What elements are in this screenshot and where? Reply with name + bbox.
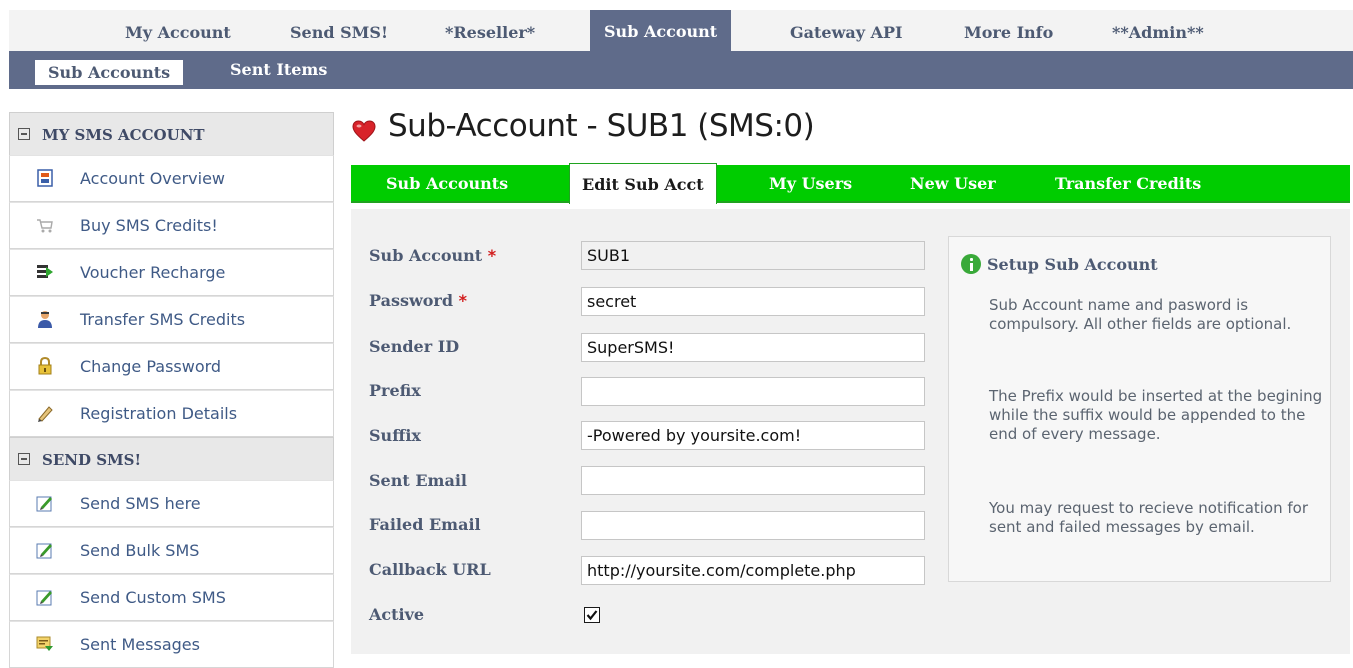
sub-nav: Sub Accounts Sent Items [9, 51, 1353, 89]
sent-email-label: Sent Email [369, 471, 467, 490]
help-paragraph: Sub Account name and pasword is compulso… [989, 296, 1292, 333]
sidebar-item-label: Send Custom SMS [80, 588, 226, 607]
sidebar-item-sent-messages[interactable]: Sent Messages [9, 621, 334, 668]
sidebar-item-send-custom-sms[interactable]: Send Custom SMS [9, 574, 334, 621]
account-overview-icon [37, 169, 53, 187]
edit-icon [36, 590, 52, 606]
sidebar-item-label: Send SMS here [80, 494, 201, 513]
sidebar-item-send-sms-here[interactable]: Send SMS here [9, 480, 334, 527]
sidebar-item-label: Sent Messages [80, 635, 200, 654]
tab-sub-accounts[interactable]: Sub Accounts [386, 165, 508, 201]
edit-sub-account-form: Sub Account * SUB1 Password * secret Sen… [351, 209, 1350, 654]
sidebar-section-title: MY SMS ACCOUNT [42, 126, 205, 144]
heart-icon [352, 120, 376, 142]
top-nav-reseller[interactable]: *Reseller* [445, 10, 535, 51]
sidebar-item-account-overview[interactable]: Account Overview [9, 155, 334, 202]
cart-icon [37, 219, 53, 233]
sidebar-section-my-sms-account[interactable]: MY SMS ACCOUNT [9, 112, 334, 155]
failed-email-field[interactable] [581, 511, 925, 540]
edit-icon [36, 496, 52, 512]
suffix-label: Suffix [369, 426, 421, 445]
sender-id-label: Sender ID [369, 337, 460, 356]
tab-my-users[interactable]: My Users [769, 165, 852, 201]
failed-email-label: Failed Email [369, 515, 481, 534]
top-nav-more-info[interactable]: More Info [964, 10, 1053, 51]
password-label: Password * [369, 291, 467, 310]
sidebar: MY SMS ACCOUNT Account Overview Buy SMS … [9, 112, 334, 668]
required-mark: * [458, 291, 467, 310]
sidebar-item-label: Buy SMS Credits! [80, 216, 218, 235]
sub-account-label: Sub Account * [369, 246, 497, 265]
sidebar-item-label: Registration Details [80, 404, 238, 423]
top-nav: My Account Send SMS! *Reseller* Sub Acco… [9, 10, 1353, 51]
edit-icon [36, 543, 52, 559]
sidebar-item-buy-sms-credits[interactable]: Buy SMS Credits! [9, 202, 334, 249]
sidebar-item-change-password[interactable]: Change Password [9, 343, 334, 390]
sidebar-item-send-bulk-sms[interactable]: Send Bulk SMS [9, 527, 334, 574]
lock-icon [38, 357, 52, 375]
collapse-icon[interactable] [18, 453, 30, 465]
tab-edit-sub-acct[interactable]: Edit Sub Acct [569, 163, 717, 204]
top-nav-admin[interactable]: **Admin** [1112, 10, 1204, 51]
section-tabs: Sub Accounts Edit Sub Acct My Users New … [351, 163, 1350, 204]
sidebar-item-label: Send Bulk SMS [80, 541, 200, 560]
collapse-icon[interactable] [18, 128, 30, 140]
page-title-text: Sub-Account - SUB1 (SMS:0) [388, 108, 815, 144]
active-label: Active [369, 605, 425, 624]
help-paragraph: The Prefix would be inserted at the begi… [989, 387, 1323, 443]
required-mark: * [487, 246, 497, 265]
help-box: Setup Sub Account Sub Account name and p… [948, 236, 1331, 582]
help-title: Setup Sub Account [987, 255, 1158, 274]
info-icon [961, 254, 981, 274]
user-icon [38, 311, 52, 328]
suffix-field[interactable]: -Powered by yoursite.com! [581, 421, 925, 450]
callback-url-label: Callback URL [369, 560, 491, 579]
prefix-label: Prefix [369, 381, 421, 400]
tab-transfer-credits[interactable]: Transfer Credits [1055, 165, 1201, 201]
top-nav-gateway-api[interactable]: Gateway API [790, 10, 903, 51]
sidebar-item-label: Account Overview [80, 169, 226, 188]
top-nav-sub-account[interactable]: Sub Account [590, 10, 732, 51]
sub-nav-sub-accounts[interactable]: Sub Accounts [35, 60, 184, 85]
sub-nav-sent-items[interactable]: Sent Items [230, 51, 327, 89]
prefix-field[interactable] [581, 377, 925, 406]
pencil-icon [38, 406, 53, 422]
sidebar-section-send-sms[interactable]: SEND SMS! [9, 437, 334, 480]
sidebar-item-label: Voucher Recharge [80, 263, 226, 282]
sidebar-item-label: Transfer SMS Credits [80, 310, 246, 329]
messages-icon [36, 636, 53, 651]
help-paragraph: You may request to recieve notification … [989, 499, 1309, 536]
voucher-icon [37, 265, 53, 278]
callback-url-field[interactable]: http://yoursite.com/complete.php [581, 556, 925, 585]
sidebar-section-title: SEND SMS! [42, 451, 142, 469]
top-nav-send-sms[interactable]: Send SMS! [290, 10, 388, 51]
password-field[interactable]: secret [581, 287, 925, 316]
sub-account-field: SUB1 [581, 241, 925, 270]
checkmark-icon [586, 610, 598, 621]
sent-email-field[interactable] [581, 466, 925, 495]
active-checkbox[interactable] [584, 607, 600, 623]
sender-id-field[interactable]: SuperSMS! [581, 333, 925, 362]
top-nav-my-account[interactable]: My Account [125, 10, 231, 51]
sidebar-item-transfer-sms-credits[interactable]: Transfer SMS Credits [9, 296, 334, 343]
sidebar-item-voucher-recharge[interactable]: Voucher Recharge [9, 249, 334, 296]
sidebar-item-label: Change Password [80, 357, 222, 376]
sidebar-item-registration-details[interactable]: Registration Details [9, 390, 334, 437]
tab-new-user[interactable]: New User [910, 165, 996, 201]
